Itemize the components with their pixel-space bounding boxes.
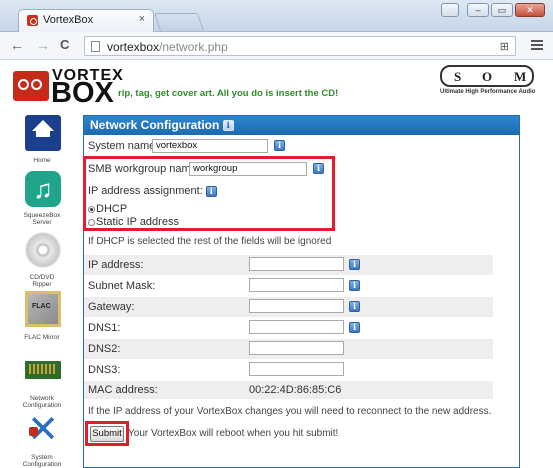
info-icon[interactable]: i — [349, 301, 360, 312]
dns2-input[interactable] — [249, 341, 344, 355]
sidebar-item-label: Home — [33, 157, 51, 164]
som-logo: S O M Ultimate High Performance Audio — [440, 65, 535, 95]
tagline: rip, tag, get cover art. All you do is i… — [118, 88, 339, 99]
squeezebox-icon — [25, 171, 61, 207]
browser-toolbar: ← → C vortexbox/network.php ⊞ — [0, 32, 553, 60]
menu-icon[interactable] — [531, 40, 543, 52]
reconnect-note: If the IP address of your VortexBox chan… — [88, 406, 492, 417]
tools-icon — [25, 407, 61, 452]
info-icon[interactable]: i — [274, 140, 285, 151]
reload-icon[interactable]: C — [60, 37, 69, 52]
reboot-note: Your VortexBox will reboot when you hit … — [128, 428, 339, 439]
network-card-icon — [25, 361, 61, 379]
browser-tab[interactable]: VortexBox × — [18, 9, 154, 32]
page-icon — [91, 41, 100, 52]
vortex-swirl-icon — [13, 71, 49, 101]
tab-title: VortexBox — [43, 14, 94, 26]
panel-header: Network Configuration i — [84, 116, 519, 135]
system-name-label: System name: — [88, 140, 159, 152]
system-name-input[interactable]: vortexbox — [152, 139, 268, 153]
ip-address-input[interactable] — [249, 257, 344, 271]
dhcp-note: If DHCP is selected the rest of the fiel… — [88, 236, 332, 247]
tab-close-icon[interactable]: × — [139, 13, 145, 25]
home-icon — [25, 115, 61, 151]
sidebar-item-label: System Configuration — [22, 454, 62, 468]
sidebar-item-label: CD/DVD Ripper — [29, 274, 55, 288]
address-bar[interactable]: vortexbox/network.php ⊞ — [84, 36, 516, 56]
info-icon[interactable]: i — [349, 322, 360, 333]
highlight-box — [83, 156, 335, 231]
som-letter-o: O — [482, 69, 493, 84]
maximize-button[interactable]: ▭ — [491, 3, 513, 17]
dns1-input[interactable] — [249, 320, 344, 334]
info-icon[interactable]: i — [349, 259, 360, 270]
logo-line2: BOX — [51, 77, 114, 109]
info-icon[interactable]: i — [349, 280, 360, 291]
gateway-input[interactable] — [249, 299, 344, 313]
panel-title: Network Configuration — [90, 118, 220, 132]
browser-tab-bar: VortexBox × – ▭ ✕ — [0, 0, 553, 32]
window-controls: – ▭ ✕ — [441, 3, 545, 17]
subnet-mask-label: Subnet Mask: — [88, 280, 156, 292]
vortexbox-favicon-icon — [27, 15, 38, 26]
forward-arrow-icon[interactable]: → — [36, 37, 50, 53]
dns2-label: DNS2: — [88, 343, 121, 355]
url-text: vortexbox/network.php — [107, 40, 228, 54]
subnet-mask-input[interactable] — [249, 278, 344, 292]
mac-address-label: MAC address: — [88, 384, 158, 396]
info-icon[interactable]: i — [222, 120, 234, 132]
sidebar-item-label: FLAC Mirror — [24, 334, 60, 341]
minimize-button[interactable]: – — [467, 3, 489, 17]
mac-address-value: 00:22:4D:86:85:C6 — [249, 384, 342, 396]
network-config-panel: Network Configuration i System name: vor… — [83, 115, 520, 468]
flac-icon — [25, 291, 61, 327]
som-letter-s: S — [454, 69, 462, 84]
back-arrow-icon[interactable]: ← — [10, 37, 24, 53]
new-tab-button[interactable] — [154, 13, 204, 31]
submit-highlight-box — [85, 421, 129, 446]
page-viewport: VORTEX BOX rip, tag, get cover art. All … — [0, 61, 553, 468]
gateway-label: Gateway: — [88, 301, 135, 313]
close-window-button[interactable]: ✕ — [515, 3, 545, 17]
cd-icon — [25, 232, 61, 268]
som-subtitle: Ultimate High Performance Audio — [440, 89, 536, 95]
som-letter-m: M — [514, 69, 527, 84]
ip-address-label: IP address: — [88, 259, 144, 271]
user-profile-icon[interactable] — [441, 3, 459, 17]
sidebar-item-label: SqueezeBox Server — [23, 212, 61, 226]
dns3-input[interactable] — [249, 362, 344, 376]
translate-icon[interactable]: ⊞ — [500, 40, 509, 53]
dns3-label: DNS3: — [88, 364, 121, 376]
dns1-label: DNS1: — [88, 322, 121, 334]
